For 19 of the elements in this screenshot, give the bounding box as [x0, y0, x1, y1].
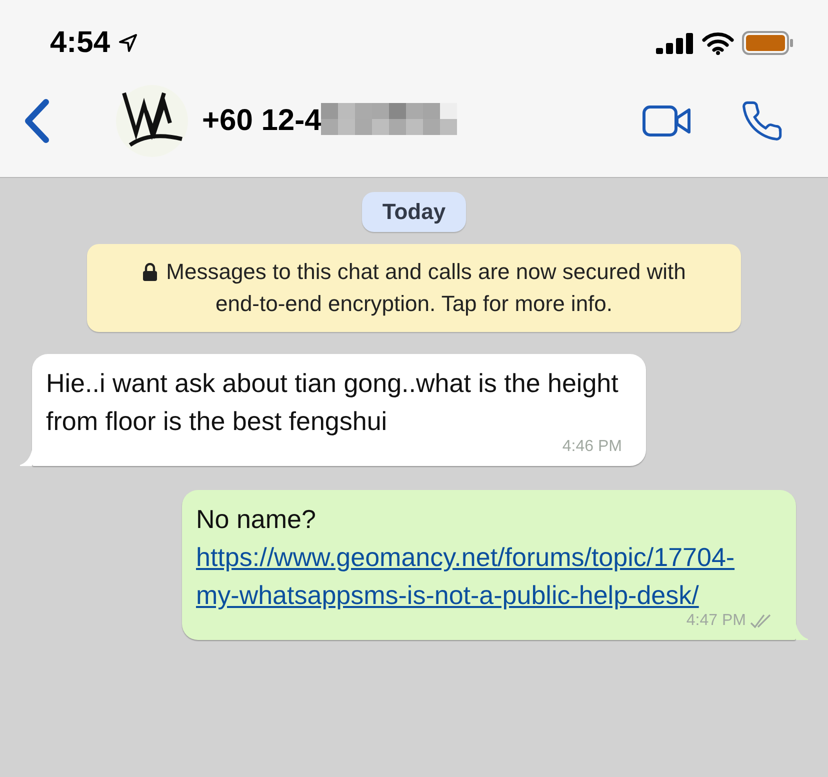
contact-number[interactable]: +60 12-4	[202, 104, 322, 138]
video-call-icon[interactable]	[642, 104, 692, 138]
lock-icon	[142, 263, 158, 281]
message-link[interactable]: https://www.geomancy.net/forums/topic/17704-my-whatsappsms-is-not-a-public-help-desk/	[196, 538, 772, 614]
back-chevron-icon[interactable]	[22, 98, 52, 144]
contact-avatar[interactable]	[116, 85, 188, 157]
date-chip: Today	[362, 192, 466, 232]
location-arrow-icon	[118, 32, 138, 52]
message-time: 4:46 PM	[562, 437, 622, 457]
message-time: 4:47 PM	[686, 611, 746, 631]
battery-icon	[742, 30, 794, 56]
message-text: Hie..i want ask about tian gong..what is the height from floor is the best fengshui	[46, 367, 620, 438]
status-time: 4:54	[50, 26, 110, 60]
wifi-icon	[702, 30, 734, 54]
signal-icon	[656, 32, 694, 54]
encryption-notice-text: Messages to this chat and calls are now secured with end-to-end encryption. Tap for more info.	[166, 259, 686, 316]
encryption-notice[interactable]: Messages to this chat and calls are now secured with end-to-end encryption. Tap for more info.	[87, 244, 741, 332]
message-text: No name?	[196, 503, 317, 536]
phone-call-icon[interactable]	[740, 99, 784, 143]
